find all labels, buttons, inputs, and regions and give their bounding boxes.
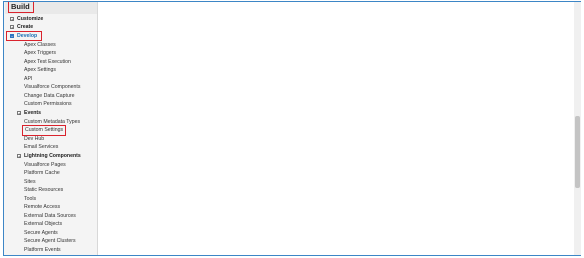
tree-item-platform-cache[interactable]: Platform Cache xyxy=(24,169,60,177)
tree-item-visualforce-components[interactable]: Visualforce Components xyxy=(24,83,80,91)
tree-item-apex-settings[interactable]: Apex Settings xyxy=(24,66,56,74)
tree-item-lightning-components[interactable]: Lightning Components xyxy=(24,152,81,160)
tree-item-apex-triggers[interactable]: Apex Triggers xyxy=(24,49,56,57)
tree-item-secure-agent-clusters[interactable]: Secure Agent Clusters xyxy=(24,237,76,245)
vertical-scrollbar[interactable] xyxy=(574,2,581,255)
tree-item-sites[interactable]: Sites xyxy=(24,178,36,186)
tree-item-dev-hub[interactable]: Dev Hub xyxy=(24,135,44,143)
expand-create-icon[interactable]: + xyxy=(10,25,14,30)
expand-events-icon[interactable]: + xyxy=(17,111,21,116)
tree-item-api[interactable]: API xyxy=(24,75,32,83)
collapse-develop-icon[interactable]: − xyxy=(10,34,14,39)
build-title: Build xyxy=(8,2,34,13)
tree-item-visualforce-pages[interactable]: Visualforce Pages xyxy=(24,161,66,169)
main-content-area xyxy=(99,2,571,255)
setup-sidebar: Build + Customize + Create − Develop Ape… xyxy=(4,2,98,255)
tree-item-platform-events[interactable]: Platform Events xyxy=(24,246,61,254)
tree-item-create[interactable]: Create xyxy=(17,23,33,31)
tree-item-remote-access[interactable]: Remote Access xyxy=(24,203,60,211)
tree-item-change-data-capture[interactable]: Change Data Capture xyxy=(24,92,74,100)
tree-item-apex-classes[interactable]: Apex Classes xyxy=(24,41,56,49)
tree-item-secure-agents[interactable]: Secure Agents xyxy=(24,229,58,237)
tree-item-custom-settings[interactable]: Custom Settings xyxy=(25,126,63,134)
tree-item-email-services[interactable]: Email Services xyxy=(24,143,58,151)
expand-customize-icon[interactable]: + xyxy=(10,17,14,22)
scrollbar-thumb[interactable] xyxy=(575,116,580,188)
tree-item-develop[interactable]: Develop xyxy=(17,32,37,40)
tree-item-events[interactable]: Events xyxy=(24,109,41,117)
tree-item-custom-permissions[interactable]: Custom Permissions xyxy=(24,100,72,108)
tree-item-external-objects[interactable]: External Objects xyxy=(24,220,62,228)
tree-item-external-data-sources[interactable]: External Data Sources xyxy=(24,212,76,220)
tree-item-apex-test-execution[interactable]: Apex Test Execution xyxy=(24,58,71,66)
tree-item-static-resources[interactable]: Static Resources xyxy=(24,186,63,194)
tree-item-customize[interactable]: Customize xyxy=(17,15,43,23)
tree-item-tools[interactable]: Tools xyxy=(24,195,36,203)
expand-lightning-components-icon[interactable]: + xyxy=(17,154,21,159)
